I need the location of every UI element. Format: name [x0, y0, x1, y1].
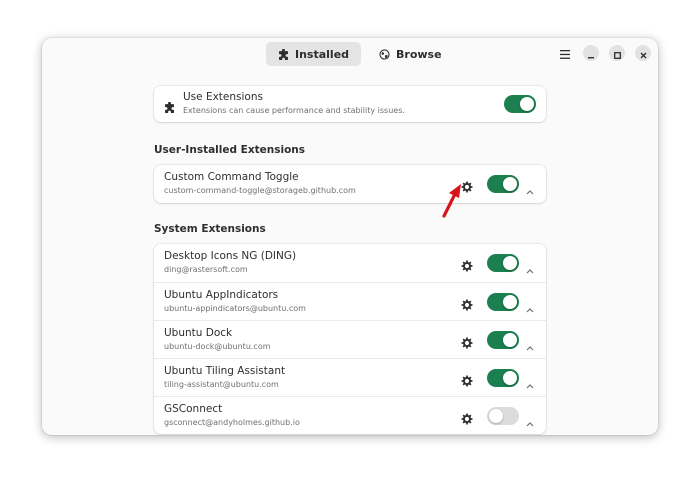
switch-knob: [503, 295, 517, 309]
use-extensions-card: Use Extensions Extensions can cause perf…: [154, 86, 546, 122]
use-extensions-row: Use Extensions Extensions can cause perf…: [154, 86, 546, 122]
extension-switch[interactable]: [487, 293, 519, 311]
extension-name: GSConnect: [164, 403, 223, 415]
view-switcher: Installed Browse: [266, 42, 454, 66]
extension-switch[interactable]: [487, 254, 519, 272]
close-icon: [640, 44, 647, 63]
extension-row[interactable]: GSConnect gsconnect@andyholmes.github.io: [154, 396, 546, 434]
maximize-button[interactable]: [609, 45, 625, 61]
extension-name: Ubuntu Tiling Assistant: [164, 365, 286, 377]
chevron-up-icon[interactable]: [526, 259, 534, 274]
extension-switch[interactable]: [487, 407, 519, 425]
minimize-button[interactable]: [583, 45, 599, 61]
extensions-list: Use Extensions Extensions can cause perf…: [154, 86, 546, 434]
main-menu-button[interactable]: [557, 45, 573, 61]
switch-knob: [503, 177, 517, 191]
extension-row[interactable]: Ubuntu Tiling Assistant tiling-assistant…: [154, 358, 546, 396]
switch-knob: [503, 371, 517, 385]
gear-icon[interactable]: [461, 334, 473, 349]
user-extensions-card: Custom Command Toggle custom-command-tog…: [154, 165, 546, 203]
gear-icon[interactable]: [461, 372, 473, 387]
chevron-up-icon[interactable]: [526, 336, 534, 351]
system-extensions-card: Desktop Icons NG (DING) ding@rastersoft.…: [154, 244, 546, 434]
maximize-icon: [613, 44, 621, 63]
extension-id: tiling-assistant@ubuntu.com: [164, 380, 279, 389]
tab-browse-label: Browse: [396, 47, 442, 61]
extension-switch[interactable]: [487, 369, 519, 387]
extension-row[interactable]: Custom Command Toggle custom-command-tog…: [154, 165, 546, 203]
extension-id: ubuntu-dock@ubuntu.com: [164, 342, 271, 351]
extension-id: ubuntu-appindicators@ubuntu.com: [164, 304, 306, 313]
extension-id: custom-command-toggle@storageb.github.co…: [164, 186, 356, 195]
minimize-icon: [588, 44, 594, 63]
tab-installed[interactable]: Installed: [266, 42, 362, 66]
gear-icon[interactable]: [461, 410, 473, 425]
chevron-up-icon[interactable]: [526, 412, 534, 427]
chevron-up-icon[interactable]: [526, 180, 534, 195]
chevron-up-icon[interactable]: [526, 298, 534, 313]
tab-browse[interactable]: Browse: [367, 42, 454, 66]
extension-row[interactable]: Ubuntu AppIndicators ubuntu-appindicator…: [154, 282, 546, 320]
use-extensions-title: Use Extensions: [183, 91, 263, 103]
annotation-arrow: [442, 184, 461, 218]
close-button[interactable]: [635, 45, 651, 61]
globe-icon: [379, 48, 390, 60]
switch-knob: [503, 256, 517, 270]
puzzle-icon: [164, 98, 175, 117]
extension-id: ding@rastersoft.com: [164, 265, 248, 274]
tab-installed-label: Installed: [295, 47, 350, 61]
extension-id: gsconnect@andyholmes.github.io: [164, 418, 300, 427]
menu-icon: [560, 44, 570, 63]
gear-icon[interactable]: [461, 296, 473, 311]
switch-knob: [489, 409, 503, 423]
use-extensions-subtitle: Extensions can cause performance and sta…: [183, 106, 405, 115]
extension-row[interactable]: Desktop Icons NG (DING) ding@rastersoft.…: [154, 244, 546, 282]
chevron-up-icon[interactable]: [526, 374, 534, 389]
extension-name: Ubuntu AppIndicators: [164, 289, 279, 301]
extension-switch[interactable]: [487, 175, 519, 193]
extension-name: Desktop Icons NG (DING): [164, 250, 297, 262]
extension-switch[interactable]: [487, 331, 519, 349]
gear-icon[interactable]: [461, 257, 473, 272]
use-extensions-switch[interactable]: [504, 95, 536, 113]
extensions-window: Installed Browse Use Extensions Extensio…: [42, 38, 658, 435]
extension-row[interactable]: Ubuntu Dock ubuntu-dock@ubuntu.com: [154, 320, 546, 358]
header-bar: Installed Browse: [42, 38, 658, 70]
system-extensions-heading: System Extensions: [154, 223, 266, 235]
switch-knob: [503, 333, 517, 347]
extension-name: Custom Command Toggle: [164, 171, 299, 183]
extension-name: Ubuntu Dock: [164, 327, 233, 339]
switch-knob: [520, 97, 534, 111]
user-installed-heading: User-Installed Extensions: [154, 144, 306, 156]
puzzle-icon: [278, 48, 289, 60]
